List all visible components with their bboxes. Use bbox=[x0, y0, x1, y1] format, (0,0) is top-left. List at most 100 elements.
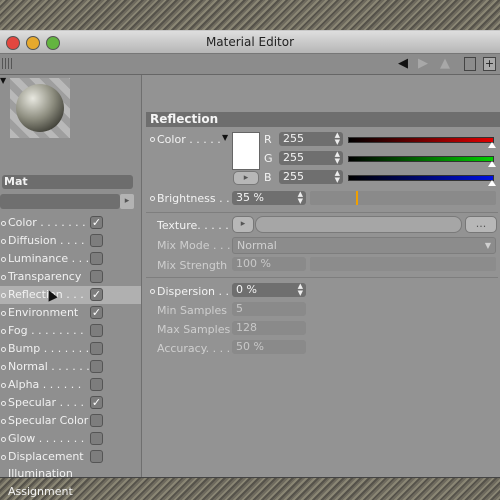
channel-checkbox[interactable]: ✓ bbox=[90, 216, 103, 229]
accuracy-value[interactable]: 50 % bbox=[232, 340, 306, 354]
texture-browse-button[interactable]: ... bbox=[465, 216, 497, 233]
texture-menu-button[interactable]: ▸ bbox=[232, 216, 254, 233]
color-menu-icon[interactable]: ▼ bbox=[222, 133, 228, 142]
mix-strength-slider[interactable] bbox=[310, 257, 496, 271]
dispersion-value-text: 0 % bbox=[236, 283, 257, 296]
brightness-label: Brightness . . . bbox=[157, 192, 237, 205]
channel-label: Normal . . . . . . bbox=[8, 360, 90, 373]
accuracy-label: Accuracy. . . . bbox=[157, 342, 231, 355]
channel-checkbox[interactable] bbox=[90, 414, 103, 427]
color-label: Color . . . . . bbox=[157, 133, 221, 146]
preview-menu-icon[interactable]: ▼ bbox=[0, 76, 6, 85]
mix-mode-dropdown[interactable]: Normal ▼ bbox=[232, 237, 496, 254]
brightness-slider-marker[interactable] bbox=[355, 191, 358, 205]
channel-item[interactable]: Transparency bbox=[0, 268, 141, 286]
g-slider[interactable] bbox=[348, 156, 494, 162]
channel-label: Environment bbox=[8, 306, 79, 319]
channel-checkbox[interactable]: ✓ bbox=[90, 396, 103, 409]
toolbar: ◀ ▶ ▲ + bbox=[0, 54, 500, 75]
channel-checkbox[interactable] bbox=[90, 360, 103, 373]
channel-checkbox[interactable] bbox=[90, 432, 103, 445]
channel-item[interactable]: Glow . . . . . . . bbox=[0, 430, 141, 448]
forward-arrow-icon[interactable]: ▶ bbox=[418, 57, 428, 71]
back-arrow-icon[interactable]: ◀ bbox=[398, 57, 408, 71]
b-label: B bbox=[264, 171, 272, 184]
chevron-down-icon: ▼ bbox=[484, 241, 491, 250]
assignment-item[interactable]: Assignment bbox=[8, 485, 73, 498]
min-samples-value[interactable]: 5 bbox=[232, 302, 306, 316]
mix-strength-value-text: 100 % bbox=[236, 257, 271, 270]
texture-field[interactable] bbox=[255, 216, 462, 233]
channel-dot bbox=[1, 329, 6, 334]
channel-checkbox[interactable]: ✓ bbox=[90, 288, 103, 301]
max-samples-label: Max Samples bbox=[157, 323, 231, 336]
channel-checkbox[interactable] bbox=[90, 270, 103, 283]
channel-item[interactable]: Displacement bbox=[0, 448, 141, 466]
channel-label: Displacement bbox=[8, 450, 84, 463]
channel-dot bbox=[1, 401, 6, 406]
channel-label: Fog . . . . . . . . bbox=[8, 324, 84, 337]
channel-dot bbox=[1, 419, 6, 424]
r-value[interactable]: 255 ▲ ▼ bbox=[279, 132, 343, 146]
channel-item[interactable]: Bump . . . . . . . bbox=[0, 340, 141, 358]
g-stepper-icon[interactable]: ▲ ▼ bbox=[335, 151, 340, 165]
material-name[interactable]: Mat bbox=[2, 175, 133, 189]
channel-item[interactable]: Alpha . . . . . . bbox=[0, 376, 141, 394]
new-window-icon[interactable]: + bbox=[483, 57, 496, 71]
channel-dot bbox=[1, 365, 6, 370]
max-samples-value[interactable]: 128 bbox=[232, 321, 306, 335]
channel-item[interactable]: Luminance . . . bbox=[0, 250, 141, 268]
channel-label: Color . . . . . . . . bbox=[8, 216, 93, 229]
r-slider-handle[interactable] bbox=[488, 142, 496, 148]
channel-item[interactable]: Diffusion . . . . bbox=[0, 232, 141, 250]
r-stepper-icon[interactable]: ▲ ▼ bbox=[335, 132, 340, 146]
channel-checkbox[interactable] bbox=[90, 324, 103, 337]
brightness-stepper-icon[interactable]: ▲ ▼ bbox=[298, 191, 303, 205]
b-value[interactable]: 255 ▲ ▼ bbox=[279, 170, 343, 184]
title-bar[interactable]: Material Editor bbox=[0, 31, 500, 54]
channel-item[interactable]: Reflection . . . ✓ bbox=[0, 286, 141, 304]
accuracy-value-text: 50 % bbox=[236, 340, 264, 353]
channel-item[interactable]: Fog . . . . . . . . bbox=[0, 322, 141, 340]
b-slider[interactable] bbox=[348, 175, 494, 181]
channel-dot bbox=[1, 239, 6, 244]
dispersion-stepper-icon[interactable]: ▲ ▼ bbox=[298, 283, 303, 297]
color-anim-dot[interactable] bbox=[150, 137, 155, 142]
g-value[interactable]: 255 ▲ ▼ bbox=[279, 151, 343, 165]
color-picker-button[interactable]: ▸ bbox=[233, 171, 259, 185]
dispersion-label: Dispersion . . . bbox=[157, 285, 236, 298]
layer-combo[interactable] bbox=[0, 194, 120, 209]
mix-strength-value[interactable]: 100 % bbox=[232, 257, 306, 271]
channel-dot bbox=[1, 455, 6, 460]
up-arrow-icon[interactable]: ▲ bbox=[440, 57, 450, 71]
color-swatch[interactable] bbox=[232, 132, 260, 170]
g-value-text: 255 bbox=[283, 151, 304, 164]
channel-item[interactable]: Specular Color bbox=[0, 412, 141, 430]
channel-item[interactable]: Environment ✓ bbox=[0, 304, 141, 322]
grip-icon[interactable] bbox=[2, 58, 12, 69]
channel-checkbox[interactable] bbox=[90, 450, 103, 463]
channel-checkbox[interactable] bbox=[90, 234, 103, 247]
layer-combo-button[interactable]: ▸ bbox=[120, 194, 134, 209]
channel-checkbox[interactable] bbox=[90, 378, 103, 391]
channel-item[interactable]: Specular . . . . ✓ bbox=[0, 394, 141, 412]
r-slider[interactable] bbox=[348, 137, 494, 143]
channel-checkbox[interactable]: ✓ bbox=[90, 306, 103, 319]
dispersion-anim-dot[interactable] bbox=[150, 289, 155, 294]
g-slider-handle[interactable] bbox=[488, 161, 496, 167]
illumination-item[interactable]: Illumination bbox=[8, 467, 73, 480]
b-slider-handle[interactable] bbox=[488, 180, 496, 186]
channel-label: Alpha . . . . . . bbox=[8, 378, 82, 391]
channel-item[interactable]: Color . . . . . . . . ✓ bbox=[0, 214, 141, 232]
brightness-value[interactable]: 35 % ▲ ▼ bbox=[232, 191, 306, 205]
channel-panel: ▼ Mat ▸ Color . . . . . . . . ✓ Diffusion … bbox=[0, 75, 142, 498]
channel-item[interactable]: Normal . . . . . . bbox=[0, 358, 141, 376]
channel-checkbox[interactable] bbox=[90, 252, 103, 265]
brightness-anim-dot[interactable] bbox=[150, 196, 155, 201]
b-stepper-icon[interactable]: ▲ ▼ bbox=[335, 170, 340, 184]
brightness-slider[interactable] bbox=[310, 191, 496, 205]
dispersion-value[interactable]: 0 % ▲ ▼ bbox=[232, 283, 306, 297]
channel-checkbox[interactable] bbox=[90, 342, 103, 355]
material-preview[interactable] bbox=[10, 78, 70, 138]
lock-icon[interactable] bbox=[464, 57, 476, 71]
